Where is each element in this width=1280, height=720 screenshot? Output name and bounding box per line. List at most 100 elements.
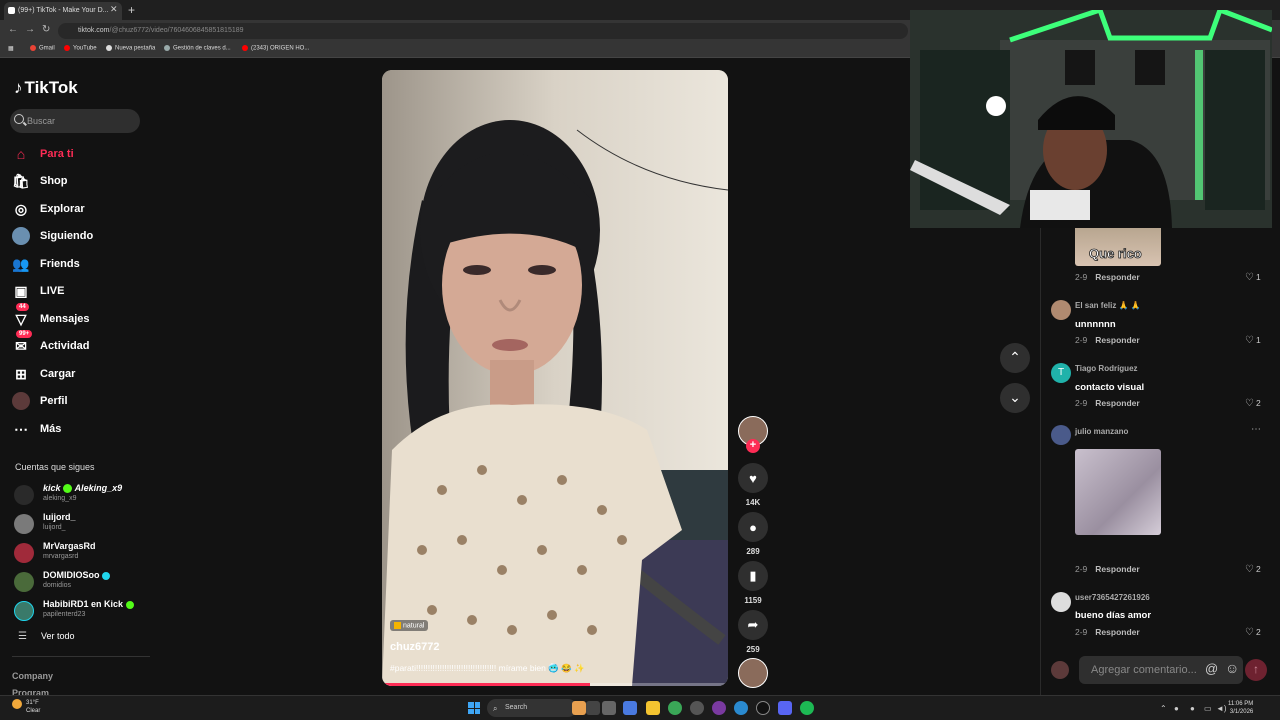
- heart-outline-icon: ♡: [1245, 564, 1254, 575]
- obs-icon[interactable]: [756, 701, 770, 715]
- comment-image[interactable]: [1075, 449, 1161, 535]
- emoji-icon[interactable]: ☺: [1225, 660, 1239, 676]
- live-icon: ▣: [14, 283, 28, 299]
- comment-like[interactable]: ♡ 2: [1245, 398, 1261, 409]
- weather-widget[interactable]: 31°F Clear: [12, 699, 40, 715]
- reload-icon[interactable]: ↻: [42, 24, 50, 35]
- taskbar-clock[interactable]: 11:06 PM 3/1/2026: [1228, 700, 1253, 716]
- followed-account[interactable]: MrVargasRd mrvargasrd: [14, 540, 149, 566]
- reply-button[interactable]: Responder: [1095, 272, 1139, 282]
- taskbar-search[interactable]: ⌕ Search: [487, 699, 577, 717]
- followed-account[interactable]: luijord_ luijord_: [14, 511, 149, 537]
- reply-button[interactable]: Responder: [1095, 627, 1139, 637]
- comment-like[interactable]: ♡ 2: [1245, 564, 1261, 575]
- video-author[interactable]: chuz6772: [390, 641, 440, 653]
- comment-like[interactable]: ♡ 1: [1245, 272, 1261, 283]
- next-video-button[interactable]: ⌄: [1000, 383, 1030, 413]
- nav-profile[interactable]: Perfil: [12, 391, 142, 413]
- bookmark-origen[interactable]: (2343) ORIGEN HO...: [242, 45, 309, 52]
- tray-app-icon[interactable]: ●: [1190, 704, 1195, 713]
- avatar[interactable]: [1051, 425, 1071, 445]
- video-progress-bar[interactable]: [382, 683, 728, 686]
- network-icon[interactable]: ▭: [1204, 704, 1212, 713]
- app-icon[interactable]: [572, 701, 586, 715]
- nav-upload[interactable]: ⊞ Cargar: [12, 364, 142, 386]
- browser-tab[interactable]: (99+) TikTok - Make Your D...: [4, 2, 122, 20]
- followed-account[interactable]: DOMIDIOSoo domidios: [14, 569, 149, 595]
- share-action[interactable]: ➦ 259: [738, 610, 768, 654]
- chevron-up-icon[interactable]: ⌃: [1160, 704, 1167, 713]
- search-input[interactable]: [27, 113, 137, 129]
- comment-action[interactable]: ● 289: [738, 512, 768, 556]
- follow-plus-icon[interactable]: +: [746, 439, 760, 453]
- video-tag-chip[interactable]: natural: [390, 620, 429, 632]
- back-icon[interactable]: ←: [8, 24, 18, 35]
- followed-account[interactable]: HabibiRD1 en Kick papilenterd23: [14, 598, 149, 624]
- nav-more[interactable]: ⋯ Más: [12, 419, 142, 441]
- edge-icon[interactable]: [734, 701, 748, 715]
- comment-author[interactable]: Tiago Rodríguez: [1075, 364, 1138, 373]
- followed-account[interactable]: kick Aleking_x9 aleking_x9: [14, 482, 149, 508]
- search-box[interactable]: [10, 109, 140, 133]
- tab-title: (99+) TikTok - Make Your D...: [18, 7, 109, 14]
- nav-messages[interactable]: ▽ 44 Mensajes: [12, 303, 142, 331]
- discord-icon[interactable]: [778, 701, 792, 715]
- mention-icon[interactable]: @: [1205, 661, 1218, 676]
- send-button[interactable]: ↑: [1245, 659, 1267, 681]
- video-player[interactable]: natural chuz6772 #parati!!!!!!!!!!!!!!!!…: [382, 70, 728, 686]
- close-tab-icon[interactable]: ✕: [110, 4, 118, 15]
- nav-following[interactable]: Siguiendo: [12, 226, 142, 248]
- nav-live[interactable]: ▣ LIVE: [12, 281, 142, 303]
- comment-input[interactable]: [1079, 656, 1243, 684]
- tiktok-logo[interactable]: ♪ TikTok: [14, 78, 78, 98]
- account-name: DOMIDIOSoo: [43, 570, 111, 580]
- company-link[interactable]: Company: [12, 671, 53, 681]
- nav-explore[interactable]: ◎ Explorar: [12, 199, 142, 221]
- nav-shop[interactable]: 🛍 Shop: [12, 171, 142, 193]
- bookmark-new-tab[interactable]: Nueva pestaña: [106, 45, 155, 52]
- bookmark-gmail[interactable]: Gmail: [30, 45, 55, 52]
- comment-like[interactable]: ♡ 1: [1245, 335, 1261, 346]
- next-author-avatar[interactable]: [738, 658, 768, 688]
- reply-button[interactable]: Responder: [1095, 564, 1139, 574]
- forward-icon[interactable]: →: [25, 24, 35, 35]
- comment-like[interactable]: ♡ 2: [1245, 627, 1261, 638]
- avatar: [14, 485, 34, 505]
- avatar[interactable]: T: [1051, 363, 1071, 383]
- tray-app-icon[interactable]: ●: [1174, 704, 1179, 713]
- task-view-icon[interactable]: [602, 701, 616, 715]
- chrome-icon[interactable]: [668, 701, 682, 715]
- windows-start-icon[interactable]: [468, 702, 480, 714]
- comment-text: unnnnnn: [1075, 319, 1116, 330]
- weather-temp: 31°F: [26, 700, 39, 706]
- app-icon[interactable]: [712, 701, 726, 715]
- nav-for-you[interactable]: ⌂ Para ti: [12, 144, 142, 166]
- new-tab-icon[interactable]: +: [128, 3, 135, 17]
- reply-button[interactable]: Responder: [1095, 398, 1139, 408]
- app-icon[interactable]: [690, 701, 704, 715]
- bookmark-password-manager[interactable]: Gestión de claves d...: [164, 45, 231, 52]
- avatar[interactable]: [1051, 592, 1071, 612]
- copilot-icon[interactable]: [623, 701, 637, 715]
- like-action[interactable]: ♥ 14K: [738, 463, 768, 507]
- previous-video-button[interactable]: ⌃: [1000, 343, 1030, 373]
- comment-author[interactable]: El san feliz 🙏 🙏: [1075, 301, 1141, 310]
- app-icon[interactable]: [586, 701, 600, 715]
- comment-image[interactable]: Que rico: [1075, 228, 1161, 266]
- comment-author[interactable]: julio manzano: [1075, 427, 1128, 436]
- avatar[interactable]: [1051, 300, 1071, 320]
- apps-icon[interactable]: ▦: [8, 45, 14, 52]
- more-options-icon[interactable]: ⋯: [1251, 424, 1261, 435]
- nav-friends[interactable]: 👥 Friends: [12, 254, 142, 276]
- save-action[interactable]: ▮ 1159: [738, 561, 768, 605]
- volume-icon[interactable]: ◄): [1216, 704, 1227, 713]
- reply-button[interactable]: Responder: [1095, 335, 1139, 345]
- see-all-link[interactable]: ☰ Ver todo: [18, 631, 75, 642]
- address-bar[interactable]: tiktok.com/@chuz6772/video/7604606845851…: [58, 23, 908, 39]
- avatar: [14, 601, 34, 621]
- file-explorer-icon[interactable]: [646, 701, 660, 715]
- bookmark-youtube[interactable]: YouTube: [64, 45, 97, 52]
- comment-author[interactable]: user7365427261926: [1075, 593, 1150, 602]
- spotify-icon[interactable]: [800, 701, 814, 715]
- nav-activity[interactable]: ✉ 99+ Actividad: [12, 330, 142, 358]
